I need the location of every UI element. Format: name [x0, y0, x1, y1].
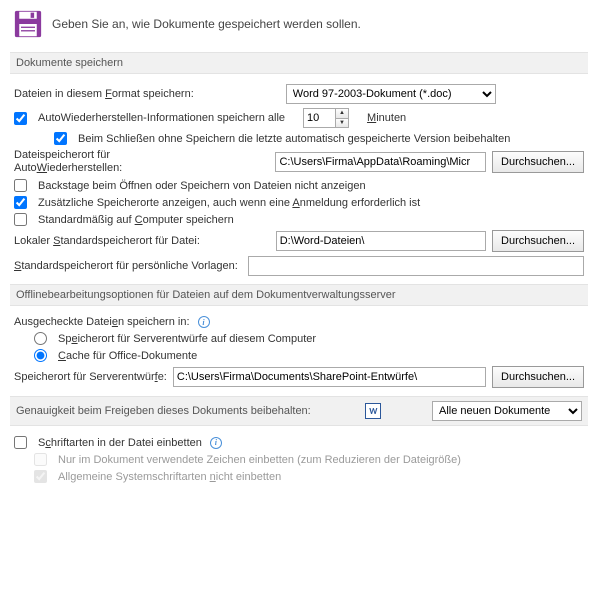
browse-server-drafts-button[interactable]: Durchsuchen...: [492, 366, 584, 388]
embed-fonts-label: Schriftarten in der Datei einbetten: [38, 437, 202, 449]
server-drafts-path-label: Speicherort für Serverentwürfe:: [14, 371, 167, 383]
default-computer-label: Standardmäßig auf Computer speichern: [38, 214, 234, 226]
spin-down-icon[interactable]: ▼: [336, 119, 348, 128]
autorecover-label: AutoWiederherstellen-Informationen speic…: [38, 112, 285, 124]
autorecover-minutes-input[interactable]: [303, 108, 335, 128]
subset-fonts-checkbox: [34, 453, 47, 466]
word-doc-icon: W: [365, 403, 381, 419]
default-computer-checkbox[interactable]: [14, 213, 27, 226]
local-default-label: Lokaler Standardspeicherort für Datei:: [14, 235, 200, 247]
checkout-location-label: Ausgecheckte Dateien speichern in:: [14, 316, 190, 328]
section-fidelity: Genauigkeit beim Freigeben dieses Dokume…: [10, 396, 588, 426]
save-disk-icon: [14, 10, 42, 38]
keep-last-autosave-checkbox[interactable]: [54, 132, 67, 145]
autorecover-checkbox[interactable]: [14, 112, 27, 125]
fidelity-document-select[interactable]: Alle neuen Dokumente: [432, 401, 582, 421]
office-cache-radio[interactable]: [34, 349, 47, 362]
server-drafts-path-input[interactable]: [173, 367, 486, 387]
spin-up-icon[interactable]: ▲: [336, 109, 348, 119]
keep-last-autosave-label: Beim Schließen ohne Speichern die letzte…: [78, 133, 510, 145]
extra-locations-label: Zusätzliche Speicherorte anzeigen, auch …: [38, 197, 420, 209]
server-drafts-radio[interactable]: [34, 332, 47, 345]
format-select[interactable]: Word 97-2003-Dokument (*.doc): [286, 84, 496, 104]
info-icon[interactable]: i: [198, 316, 210, 328]
header-text: Geben Sie an, wie Dokumente gespeichert …: [52, 17, 361, 31]
subset-fonts-label: Nur im Dokument verwendete Zeichen einbe…: [58, 454, 461, 466]
browse-autorecover-button[interactable]: Durchsuchen...: [492, 151, 584, 173]
autorecover-minutes-spinner[interactable]: ▲▼: [303, 108, 349, 128]
exclude-common-fonts-checkbox: [34, 470, 47, 483]
autorecover-path-input[interactable]: [275, 152, 486, 172]
section-offline-editing: Offlinebearbeitungsoptionen für Dateien …: [10, 284, 588, 306]
local-default-input[interactable]: [276, 231, 486, 251]
template-path-input[interactable]: [248, 256, 584, 276]
autorecover-path-label: Dateispeicherort für AutoWiederherstelle…: [14, 149, 134, 175]
section-save-documents: Dokumente speichern: [10, 52, 588, 74]
exclude-common-fonts-label: Allgemeine Systemschriftarten nicht einb…: [58, 471, 281, 483]
server-drafts-radio-label: Speicherort für Serverentwürfe auf diese…: [58, 333, 316, 345]
template-path-label: Standardspeicherort für persönliche Vorl…: [14, 260, 238, 272]
backstage-checkbox[interactable]: [14, 179, 27, 192]
minutes-label: Minuten: [367, 112, 406, 124]
backstage-label: Backstage beim Öffnen oder Speichern von…: [38, 180, 366, 192]
office-cache-radio-label: Cache für Office-Dokumente: [58, 350, 197, 362]
format-label: Dateien in diesem Format speichern:: [14, 88, 194, 100]
extra-locations-checkbox[interactable]: [14, 196, 27, 209]
embed-fonts-checkbox[interactable]: [14, 436, 27, 449]
browse-local-default-button[interactable]: Durchsuchen...: [492, 230, 584, 252]
info-icon[interactable]: i: [210, 437, 222, 449]
